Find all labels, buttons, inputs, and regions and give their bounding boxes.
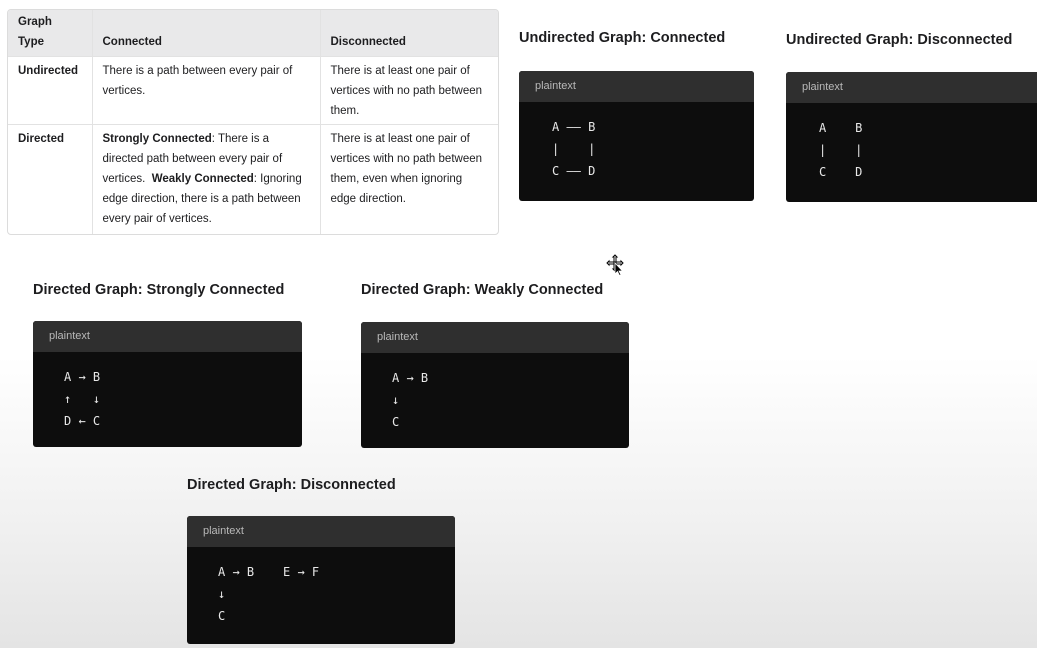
- row-undirected-connected: There is a path between every pair of ve…: [91, 55, 321, 125]
- code-content[interactable]: A B | | C D: [786, 103, 1037, 183]
- directed-strong-code-block[interactable]: plaintext A → B ↑ ↓ D ← C: [33, 321, 302, 447]
- code-lang-label: plaintext: [187, 516, 455, 547]
- undirected-connected-code-block[interactable]: plaintext A —— B | | C —— D: [519, 71, 754, 201]
- header-graph-type: Graph Type: [8, 10, 93, 57]
- directed-disconnected-title: Directed Graph: Disconnected: [187, 477, 396, 493]
- code-lang-label: plaintext: [786, 72, 1037, 103]
- code-content[interactable]: A → B ↓ C: [361, 353, 629, 433]
- row-directed-connected: Strongly Connected: There is a directed …: [91, 123, 321, 234]
- code-content[interactable]: A → B ↑ ↓ D ← C: [33, 352, 302, 432]
- undirected-disconnected-title: Undirected Graph: Disconnected: [786, 32, 1013, 48]
- move-cursor-icon: [606, 254, 624, 276]
- strongly-connected-label: Strongly Connected: [102, 132, 212, 145]
- graph-connectivity-table: Graph Type Connected Disconnected Undire…: [7, 9, 499, 235]
- undirected-disconnected-code-block[interactable]: plaintext A B | | C D: [786, 72, 1037, 202]
- code-lang-label: plaintext: [519, 71, 754, 102]
- header-disconnected: Disconnected: [319, 10, 498, 57]
- code-content[interactable]: A → B E → F ↓ C: [187, 547, 455, 627]
- code-lang-label: plaintext: [33, 321, 302, 352]
- code-content[interactable]: A —— B | | C —— D: [519, 102, 754, 182]
- directed-weak-code-block[interactable]: plaintext A → B ↓ C: [361, 322, 629, 448]
- directed-strong-title: Directed Graph: Strongly Connected: [33, 282, 285, 298]
- code-lang-label: plaintext: [361, 322, 629, 353]
- row-directed-disconnected: There is at least one pair of vertices w…: [319, 123, 498, 234]
- row-undirected-type: Undirected: [8, 55, 93, 125]
- undirected-connected-title: Undirected Graph: Connected: [519, 30, 726, 46]
- row-directed-type: Directed: [8, 123, 93, 234]
- row-undirected-disconnected: There is at least one pair of vertices w…: [319, 55, 498, 125]
- weakly-connected-label: Weakly Connected: [151, 172, 254, 185]
- directed-disconnected-code-block[interactable]: plaintext A → B E → F ↓ C: [187, 516, 455, 644]
- header-connected: Connected: [91, 10, 321, 57]
- directed-weak-title: Directed Graph: Weakly Connected: [361, 282, 604, 298]
